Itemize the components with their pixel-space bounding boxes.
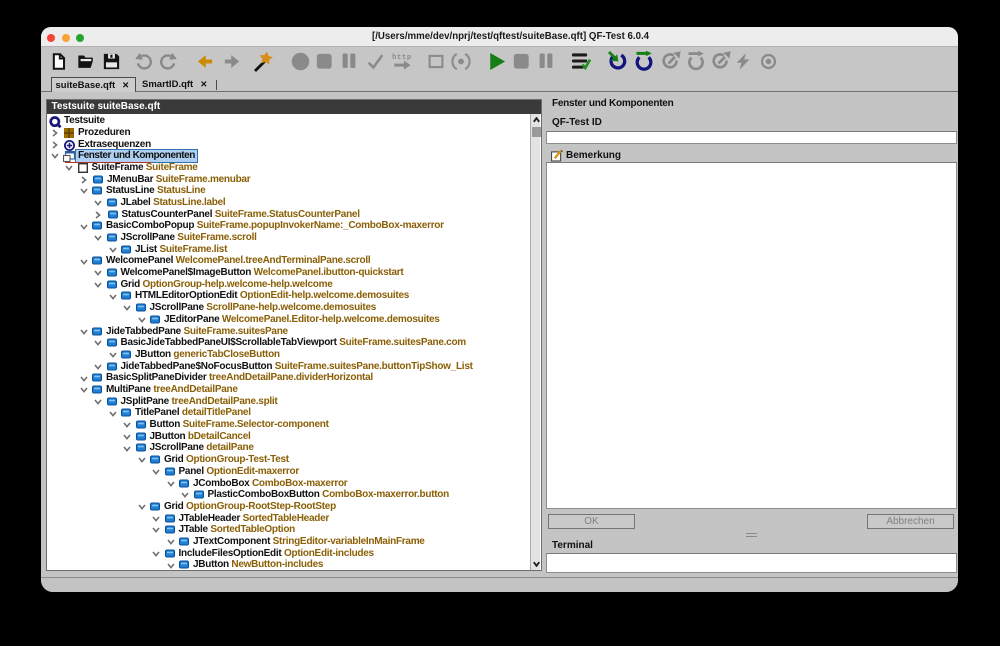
svg-text:http: http xyxy=(392,53,412,61)
